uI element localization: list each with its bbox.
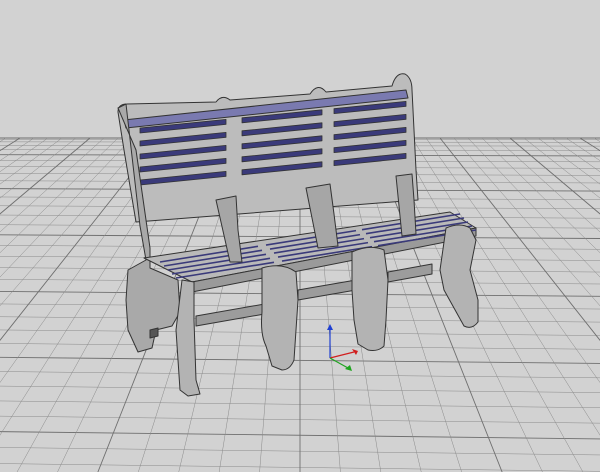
3d-viewport[interactable] bbox=[0, 0, 600, 472]
bench-stretcher-middle bbox=[297, 279, 357, 301]
bench-front-leg-middle[interactable] bbox=[261, 265, 299, 371]
left-panel-notch bbox=[149, 327, 159, 339]
grid-line-depth bbox=[0, 137, 35, 161]
grid-line-depth bbox=[579, 137, 600, 152]
y-axis bbox=[329, 357, 349, 369]
viewport-canvas[interactable] bbox=[0, 0, 600, 472]
bench-front-leg-left[interactable] bbox=[175, 279, 201, 397]
grid-line-depth bbox=[0, 137, 21, 152]
grid-line-depth bbox=[0, 137, 77, 199]
grid-line-depth bbox=[523, 137, 600, 199]
x-axis bbox=[329, 351, 355, 359]
grid-line-depth bbox=[551, 137, 600, 173]
bench-front-leg-right[interactable] bbox=[351, 246, 389, 351]
bench-front-leg-far[interactable] bbox=[439, 224, 479, 328]
z-axis-arrow-icon bbox=[327, 324, 333, 330]
grid-line-depth bbox=[0, 137, 49, 173]
grid-line-depth bbox=[565, 137, 600, 161]
grid-line-depth bbox=[0, 137, 105, 233]
y-axis-arrow-icon bbox=[345, 365, 352, 371]
